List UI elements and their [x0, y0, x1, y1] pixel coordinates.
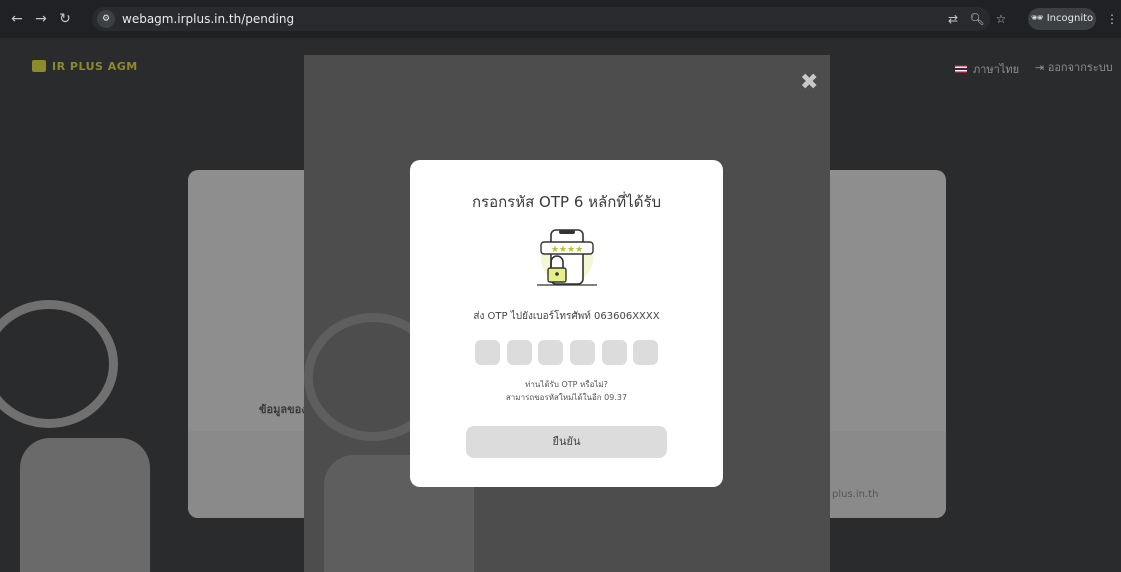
otp-digit-input[interactable] [602, 340, 627, 365]
url-text[interactable]: webagm.irplus.in.th/pending [122, 12, 294, 26]
forward-icon[interactable]: → [32, 10, 50, 28]
reload-icon[interactable]: ↻ [56, 10, 74, 28]
otp-stars: ★★★★ [551, 245, 583, 255]
language-switch[interactable]: ภาษาไทย [955, 60, 1019, 78]
logout-icon: ⇥ [1035, 61, 1048, 74]
otp-input-group [475, 340, 659, 366]
otp-digit-input[interactable] [570, 340, 595, 365]
bookmark-star-icon[interactable]: ☆ [992, 10, 1010, 28]
incognito-label: Incognito [1046, 13, 1094, 24]
browser-toolbar: ← → ↻ ⚙ webagm.irplus.in.th/pending ⇄ 🔍︎… [0, 0, 1121, 38]
logout-label: ออกจากระบบ [1047, 61, 1113, 74]
confirm-button[interactable]: ยืนยัน [466, 426, 667, 458]
brand-logo[interactable]: IR PLUS AGM [32, 60, 138, 73]
language-label: ภาษาไทย [973, 63, 1020, 76]
incognito-icon: 🕶︎ [1030, 13, 1047, 24]
otp-title: กรอกรหัส OTP 6 หลักที่ได้รับ [471, 193, 662, 211]
translate-icon[interactable]: ⇄ [944, 10, 962, 28]
otp-resend-countdown[interactable]: สามารถขอรหัสใหม่ได้ในอีก 09.37 [410, 391, 723, 404]
site-info-icon[interactable]: ⚙ [97, 10, 115, 28]
otp-dialog: กรอกรหัส OTP 6 หลักที่ได้รับ ★★★★ ส่ง OT… [410, 160, 723, 487]
zoom-icon[interactable]: 🔍︎ [968, 10, 986, 28]
brand-name: IR PLUS AGM [52, 60, 138, 73]
otp-digit-input[interactable] [633, 340, 658, 365]
incognito-badge[interactable]: 🕶︎ Incognito [1028, 8, 1096, 30]
background-card-footer-text: plus.in.th [832, 489, 879, 500]
otp-digit-input[interactable] [507, 340, 532, 365]
brand-icon [32, 60, 46, 72]
back-icon[interactable]: ← [8, 10, 26, 28]
close-icon[interactable]: ✖ [800, 72, 818, 94]
menu-icon[interactable]: ⋮ [1103, 10, 1121, 28]
otp-not-received-text: ท่านได้รับ OTP หรือไม่? [525, 380, 608, 389]
background-card-label: ข้อมูลของ [259, 403, 307, 416]
thai-flag-icon [955, 65, 967, 73]
phone-lock-icon: ★★★★ [537, 229, 597, 286]
page: IR PLUS AGM ภาษาไทย ⇥ ออกจากระบบ ข้อมูลข… [0, 38, 1121, 572]
person-graphic [20, 438, 150, 572]
logout-link[interactable]: ⇥ ออกจากระบบ [1035, 58, 1113, 76]
otp-digit-input[interactable] [475, 340, 500, 365]
globe-graphic [0, 300, 118, 428]
otp-sent-to: ส่ง OTP ไปยังเบอร์โทรศัพท์ 063606XXXX [473, 311, 660, 322]
otp-digit-input[interactable] [538, 340, 563, 365]
